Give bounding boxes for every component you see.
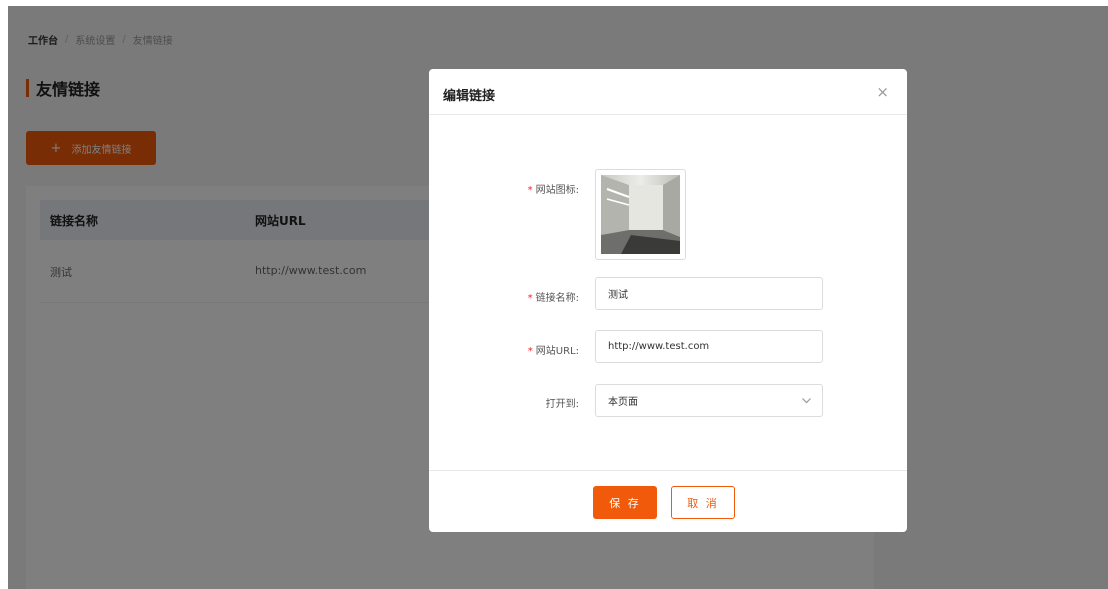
open-target-select[interactable]: 本页面 xyxy=(595,384,823,417)
open-target-value: 本页面 xyxy=(608,397,638,408)
dialog-footer: 保 存 取 消 xyxy=(429,470,907,533)
dialog-title: 编辑链接 xyxy=(443,89,496,104)
close-icon[interactable]: × xyxy=(876,83,889,101)
site-url-input[interactable] xyxy=(595,330,823,363)
link-name-label: * 链接名称: xyxy=(527,293,579,304)
save-button[interactable]: 保 存 xyxy=(593,486,657,519)
edit-link-dialog: 编辑链接 × * 网站图标: * 链接名称: 测试 * 网站URL: http:… xyxy=(429,69,907,532)
open-target-label: 打开到: xyxy=(545,399,579,410)
chevron-down-icon xyxy=(802,398,811,404)
required-mark: * xyxy=(527,185,533,196)
site-icon-upload[interactable] xyxy=(595,169,686,260)
dialog-header: 编辑链接 × xyxy=(429,69,907,115)
site-icon-image xyxy=(601,175,680,254)
site-url-label: * 网站URL: xyxy=(527,346,579,357)
required-mark: * xyxy=(527,346,533,357)
required-mark: * xyxy=(527,293,533,304)
cancel-button[interactable]: 取 消 xyxy=(671,486,735,519)
link-name-input[interactable] xyxy=(595,277,823,310)
site-icon-label: * 网站图标: xyxy=(527,185,579,196)
